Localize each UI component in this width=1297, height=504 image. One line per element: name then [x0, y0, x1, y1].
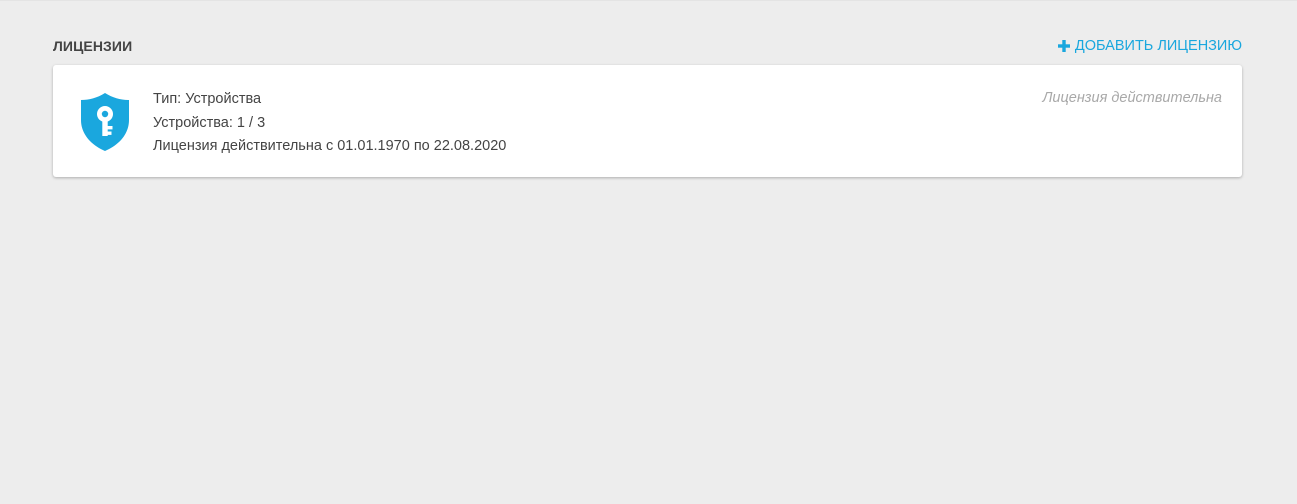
licenses-page: ЛИЦЕНЗИИ ДОБАВИТЬ ЛИЦЕНЗИЮ Тип: Устройст…: [0, 0, 1297, 504]
licenses-header: ЛИЦЕНЗИИ ДОБАВИТЬ ЛИЦЕНЗИЮ: [53, 35, 1242, 57]
shield-key-icon: [81, 93, 129, 151]
license-devices: Устройства: 1 / 3: [153, 114, 266, 131]
license-type: Тип: Устройства: [153, 91, 262, 107]
add-license-label: ДОБАВИТЬ ЛИЦЕНЗИЮ: [1074, 38, 1242, 54]
add-license-button[interactable]: ДОБАВИТЬ ЛИЦЕНЗИЮ: [1057, 38, 1242, 54]
page-title: ЛИЦЕНЗИИ: [53, 38, 133, 54]
license-card: Тип: Устройства Устройства: 1 / 3 Лиценз…: [53, 65, 1242, 177]
license-status: Лицензия действительна: [1042, 90, 1222, 106]
plus-icon: [1057, 40, 1070, 52]
license-details: Тип: Устройства Устройства: 1 / 3 Лиценз…: [153, 88, 506, 159]
license-validity: Лицензия действительна с 01.01.1970 по 2…: [153, 138, 507, 154]
